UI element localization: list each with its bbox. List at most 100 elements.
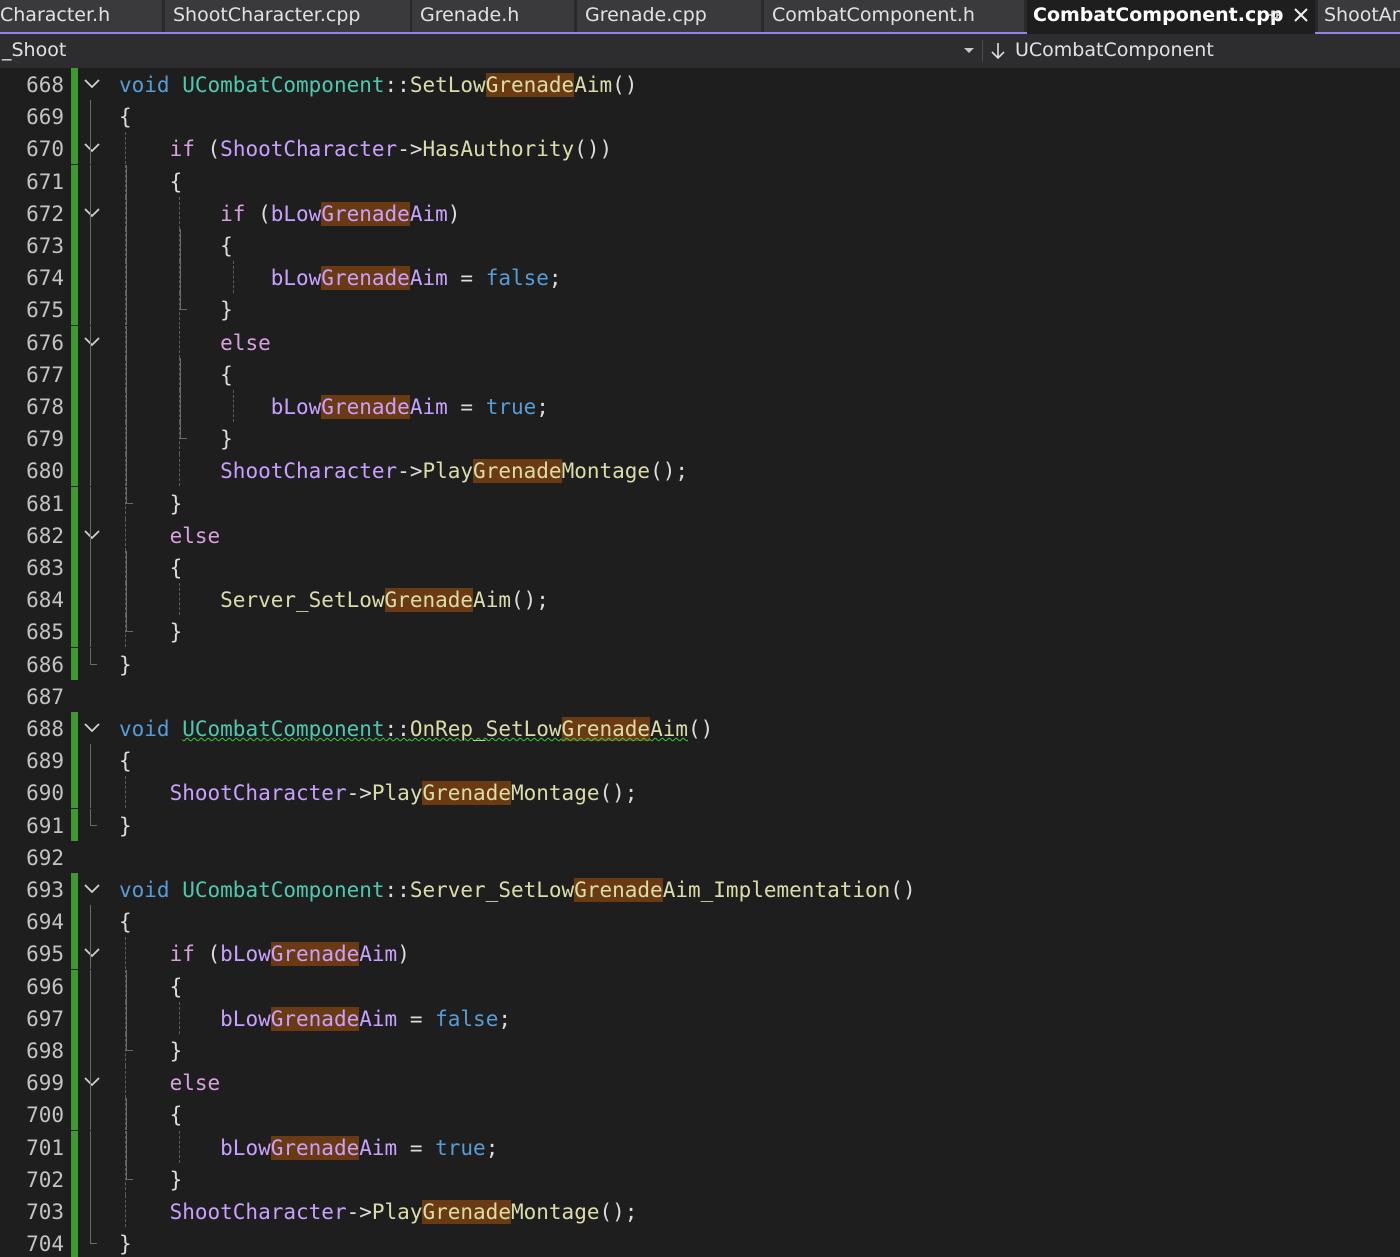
collapse-chevron-icon[interactable] — [84, 1075, 100, 1089]
code-line[interactable]: 684 Server_SetLowGrenadeAim(); — [0, 583, 1400, 616]
code-line[interactable]: 671 { — [0, 164, 1400, 197]
code-text: else — [119, 327, 271, 359]
tab-combatcomponent-cpp[interactable]: CombatComponent.cpp — [1027, 0, 1315, 34]
code-token: true — [435, 1135, 486, 1160]
tab-shootani[interactable]: ShootAni — [1318, 0, 1400, 32]
collapse-chevron-icon[interactable] — [84, 141, 100, 155]
code-line[interactable]: 696 { — [0, 969, 1400, 1002]
code-line[interactable]: 672 if (bLowGrenadeAim) — [0, 196, 1400, 229]
code-line[interactable]: 680 ShootCharacter->PlayGrenadeMontage()… — [0, 454, 1400, 487]
collapse-chevron-icon[interactable] — [84, 77, 100, 91]
code-text: { — [119, 552, 183, 584]
block-outline-end — [90, 647, 97, 665]
code-line[interactable]: 683 { — [0, 551, 1400, 583]
code-line[interactable]: 694 { — [0, 905, 1400, 938]
code-line[interactable]: 703 ShootCharacter->PlayGrenadeMontage()… — [0, 1195, 1400, 1227]
block-outline — [90, 905, 91, 938]
collapse-chevron-icon[interactable] — [84, 721, 100, 735]
code-line[interactable]: 686} — [0, 647, 1400, 680]
line-number: 673 — [26, 234, 64, 258]
tab-grenade-h[interactable]: Grenade.h — [412, 0, 574, 32]
code-token: ( — [245, 201, 271, 226]
collapse-chevron-icon[interactable] — [84, 206, 100, 220]
block-outline-end — [90, 1227, 97, 1245]
scope-dropdown[interactable]: UCombatComponent — [984, 34, 1400, 68]
tab-character-h[interactable]: Character.h — [0, 0, 162, 32]
code-token: false — [485, 266, 549, 291]
collapse-chevron-icon[interactable] — [84, 946, 100, 960]
change-marker — [71, 100, 78, 133]
code-token: ; — [498, 1006, 511, 1031]
code-line[interactable]: 690 ShootCharacter->PlayGrenadeMontage()… — [0, 776, 1400, 809]
code-line[interactable]: 679 } — [0, 422, 1400, 455]
collapse-chevron-icon[interactable] — [84, 882, 100, 896]
code-line[interactable]: 700 { — [0, 1098, 1400, 1131]
code-line[interactable]: 668 void UCombatComponent::SetLowGrenadeA… — [0, 68, 1400, 100]
code-line[interactable]: 674 bLowGrenadeAim = false; — [0, 261, 1400, 294]
tab-label: ShootAni — [1324, 4, 1400, 26]
code-line[interactable]: 681 } — [0, 486, 1400, 519]
code-token: Montage — [561, 459, 651, 484]
code-token: } — [119, 298, 233, 323]
code-editor[interactable]: 668 void UCombatComponent::SetLowGrenadeA… — [0, 68, 1400, 1257]
code-line[interactable]: 689 { — [0, 744, 1400, 777]
code-token: = — [397, 1006, 436, 1031]
code-token: Aim_Implementation — [662, 878, 891, 902]
code-token: else — [220, 330, 271, 355]
code-line[interactable]: 695 if (bLowGrenadeAim) — [0, 937, 1400, 970]
block-outline — [90, 261, 91, 294]
code-token: Grenade — [485, 73, 575, 97]
code-line[interactable]: 693 void UCombatComponent::Server_SetLowG… — [0, 873, 1400, 905]
code-line[interactable]: 704} — [0, 1227, 1400, 1257]
collapse-chevron-icon[interactable] — [84, 528, 100, 542]
code-line[interactable]: 682 else — [0, 518, 1400, 551]
code-token: else — [169, 1071, 221, 1096]
code-line[interactable]: 698 } — [0, 1034, 1400, 1066]
block-outline — [90, 615, 91, 648]
close-icon[interactable] — [1293, 7, 1309, 23]
code-line[interactable]: 675 } — [0, 293, 1400, 326]
block-outline — [90, 454, 91, 487]
code-line[interactable]: 688 void UCombatComponent::OnRep_SetLowGr… — [0, 712, 1400, 744]
code-line[interactable]: 670 if (ShootCharacter->HasAuthority()) — [0, 132, 1400, 165]
code-line[interactable]: 677 { — [0, 357, 1400, 390]
line-number: 701 — [26, 1135, 64, 1160]
code-token: SetLow — [409, 73, 486, 97]
code-line[interactable]: 669 { — [0, 100, 1400, 133]
line-number: 689 — [26, 749, 64, 774]
code-line[interactable]: 691} — [0, 808, 1400, 841]
tab-grenade-cpp[interactable]: Grenade.cpp — [577, 0, 761, 32]
tab-combatcomponent-h[interactable]: CombatComponent.h — [764, 0, 1024, 32]
pin-icon[interactable] — [1265, 7, 1281, 23]
code-token: Aim — [650, 717, 688, 741]
code-line[interactable]: 678 bLowGrenadeAim = true; — [0, 390, 1400, 422]
tab-shootcharacter-cpp[interactable]: ShootCharacter.cpp — [165, 0, 410, 32]
code-line[interactable]: 673 { — [0, 229, 1400, 261]
block-outline — [90, 100, 91, 133]
code-line[interactable]: 692 — [0, 841, 1400, 873]
code-line[interactable]: 676 else — [0, 325, 1400, 359]
line-number: 684 — [26, 588, 64, 613]
code-line[interactable]: 685 } — [0, 615, 1400, 648]
code-token: ) — [397, 942, 410, 967]
code-line[interactable]: 687 — [0, 680, 1400, 712]
tab-label: Grenade.cpp — [585, 4, 707, 26]
code-token: Grenade — [561, 717, 651, 741]
code-token: (); — [599, 1200, 638, 1224]
code-token: (); — [650, 459, 689, 484]
code-token: ShootCharacter — [220, 459, 398, 484]
collapse-chevron-icon[interactable] — [84, 335, 100, 349]
block-outline — [90, 293, 91, 326]
code-token: { — [119, 362, 233, 387]
block-outline — [90, 551, 91, 583]
block-outline — [90, 1098, 91, 1131]
code-line[interactable]: 702 } — [0, 1162, 1400, 1195]
change-marker — [71, 905, 78, 938]
code-line[interactable]: 697 bLowGrenadeAim = false; — [0, 1001, 1400, 1034]
code-line[interactable]: 699 else — [0, 1066, 1400, 1099]
code-line[interactable]: 701 bLowGrenadeAim = true; — [0, 1130, 1400, 1163]
project-dropdown[interactable]: _Shoot — [0, 34, 982, 68]
